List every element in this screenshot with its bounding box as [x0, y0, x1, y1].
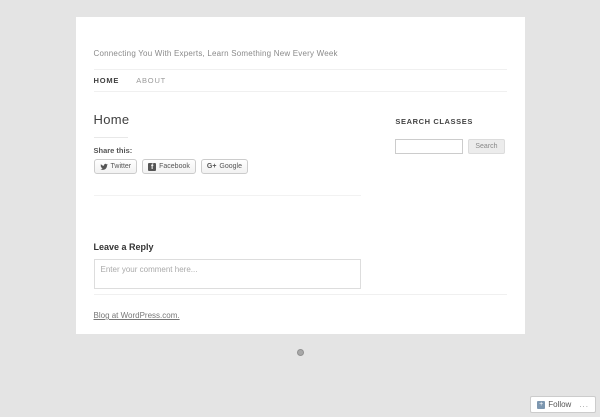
search-button[interactable]: Search [468, 139, 505, 154]
main-navigation: HOME ABOUT [93, 69, 507, 92]
site-tagline: Connecting You With Experts, Learn Somet… [93, 49, 338, 58]
share-this-label: Share this: [93, 146, 133, 155]
share-facebook-label: Facebook [159, 163, 190, 170]
search-input[interactable] [395, 139, 464, 154]
sidebar: SEARCH CLASSES Search [395, 112, 506, 294]
content-area: Home Share this: Twitter f Facebook G+ G… [93, 112, 507, 294]
follow-snackbar: + Follow ... [530, 396, 596, 413]
title-divider [93, 137, 128, 138]
nav-item-about[interactable]: ABOUT [136, 76, 166, 85]
follow-button[interactable]: + Follow [537, 400, 571, 409]
site-footer: Blog at WordPress.com. [93, 294, 507, 323]
site-card: Connecting You With Experts, Learn Somet… [75, 17, 525, 334]
comment-input[interactable] [93, 259, 362, 289]
page-title: Home [93, 112, 130, 127]
search-classes-heading: SEARCH CLASSES [395, 117, 473, 126]
post-divider [93, 195, 362, 196]
facebook-f-icon: f [148, 162, 157, 171]
share-google-label: Google [219, 163, 242, 170]
share-twitter-label: Twitter [110, 163, 132, 170]
nav-item-home[interactable]: HOME [94, 76, 120, 85]
share-facebook-button[interactable]: f Facebook [142, 159, 196, 174]
main-column: Home Share this: Twitter f Facebook G+ G… [93, 112, 362, 294]
follow-more-options-button[interactable]: ... [579, 401, 589, 409]
follow-button-label: Follow [548, 400, 572, 409]
leave-a-reply-heading: Leave a Reply [93, 242, 154, 252]
share-twitter-button[interactable]: Twitter [93, 159, 138, 174]
google-plus-icon: G+ [206, 163, 217, 170]
search-widget: Search [395, 139, 506, 154]
twitter-bird-icon [99, 163, 108, 171]
footer-ornament-dot [296, 349, 304, 356]
share-buttons-row: Twitter f Facebook G+ Google [93, 159, 362, 174]
follow-plus-icon: + [537, 400, 546, 409]
page-background: { "theme": { "page_bg": "#e4e4e4", "card… [0, 17, 600, 417]
share-google-button[interactable]: G+ Google [200, 159, 248, 174]
wordpress-credit-link[interactable]: Blog at WordPress.com. [94, 311, 180, 320]
